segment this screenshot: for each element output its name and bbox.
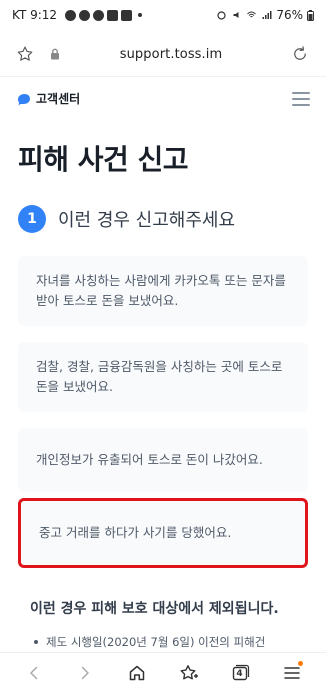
reload-button[interactable] — [288, 42, 312, 66]
reload-icon — [294, 46, 306, 60]
browser-bottom-nav: 4 — [0, 652, 326, 692]
alarm-icon — [217, 11, 226, 20]
signal-icon — [262, 11, 272, 19]
case-card-authority-impersonation[interactable]: 검찰, 경찰, 금융감독원을 사칭하는 곳에 토스로 돈을 보냈어요. — [18, 342, 308, 412]
logo-text: 고객센터 — [36, 92, 81, 106]
menu-icon — [284, 666, 300, 679]
wifi-icon — [247, 11, 257, 18]
youtube-notification-icon — [107, 9, 119, 21]
tabs-button[interactable]: 4 — [225, 658, 255, 688]
chevron-left-icon — [30, 666, 38, 679]
status-left: KT 9:12 — [12, 8, 143, 22]
exclusion-item-text: 제도 시행일(2020년 7월 6일) 이전의 피해건 — [46, 635, 266, 649]
play-notification-icon — [121, 9, 133, 21]
c-notification-icon — [93, 9, 105, 21]
star-add-icon — [180, 664, 198, 679]
bullet-icon — [34, 640, 38, 644]
lock-icon[interactable] — [48, 47, 62, 61]
case-text: 중고 거래를 하다가 사기를 당했어요. — [39, 525, 232, 540]
chat-notification-icon — [65, 9, 77, 21]
case-text: 개인정보가 유출되어 토스로 돈이 나갔어요. — [36, 452, 263, 467]
exclusion-title: 이런 경우 피해 보호 대상에서 제외됩니다. — [30, 601, 279, 617]
more-notifications-icon — [138, 13, 143, 17]
page-title: 피해 사건 신고 — [18, 143, 189, 176]
url-bar[interactable]: support.toss.im — [62, 47, 280, 62]
tab-count: 4 — [236, 668, 243, 679]
star-icon — [17, 46, 33, 61]
chevron-right-icon — [82, 666, 90, 679]
exclusion-item: 제도 시행일(2020년 7월 6일) 이전의 피해건 — [34, 634, 265, 650]
status-right: 76% — [216, 8, 314, 22]
step-heading: 1 이런 경우 신고해주세요 — [18, 205, 235, 233]
forward-button[interactable] — [70, 658, 100, 688]
facebook-notification-icon — [79, 9, 91, 21]
mute-icon — [233, 12, 239, 18]
bookmarks-button[interactable] — [174, 658, 204, 688]
toss-logo-icon — [18, 93, 30, 105]
case-text: 검찰, 경찰, 금융감독원을 사칭하는 곳에 토스로 돈을 보냈어요. — [36, 359, 283, 394]
case-card-personal-info-leak[interactable]: 개인정보가 유출되어 토스로 돈이 나갔어요. — [18, 428, 308, 492]
bookmark-star-button[interactable] — [14, 43, 36, 65]
browser-toolbar: support.toss.im — [0, 34, 326, 74]
menu-hamburger-icon[interactable] — [292, 91, 310, 106]
battery-level: 76% — [276, 8, 303, 22]
notification-icons — [65, 9, 143, 21]
status-bar: KT 9:12 76% — [0, 0, 326, 30]
update-dot-icon — [298, 660, 304, 666]
step-label: 이런 경우 신고해주세요 — [58, 210, 236, 231]
site-header: 고객센터 — [0, 76, 326, 120]
battery-icon — [307, 9, 314, 21]
case-text: 자녀를 사칭하는 사람에게 카카오톡 또는 문자를 받아 토스로 돈을 보냈어요… — [36, 273, 286, 308]
toss-support-logo[interactable]: 고객센터 — [16, 90, 80, 107]
case-card-secondhand-trade-fraud[interactable]: 중고 거래를 하다가 사기를 당했어요. — [18, 498, 308, 568]
browser-menu-button[interactable] — [277, 658, 307, 688]
home-icon — [129, 665, 145, 680]
home-button[interactable] — [122, 658, 152, 688]
status-time: KT 9:12 — [12, 8, 58, 22]
case-card-child-impersonation[interactable]: 자녀를 사칭하는 사람에게 카카오톡 또는 문자를 받아 토스로 돈을 보냈어요… — [18, 256, 308, 326]
back-button[interactable] — [19, 658, 49, 688]
step-number-badge: 1 — [18, 205, 46, 233]
